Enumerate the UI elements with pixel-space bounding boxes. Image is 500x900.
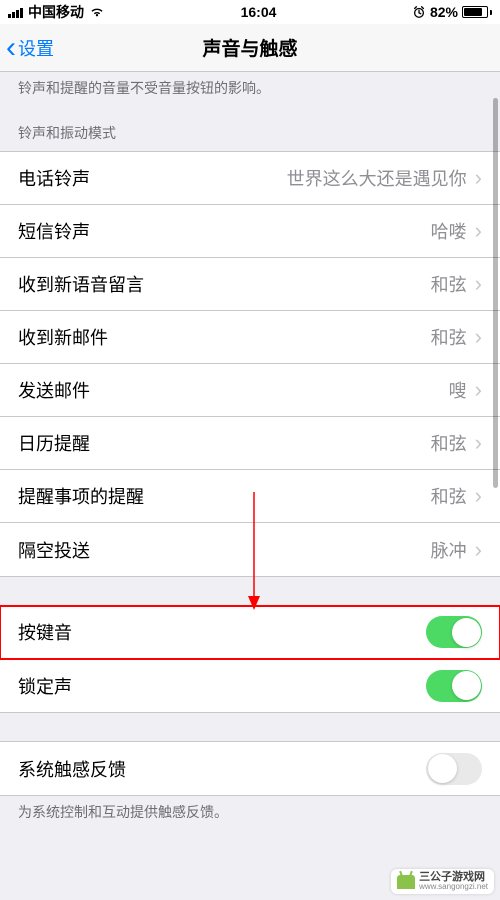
volume-footer-note: 铃声和提醒的音量不受音量按钮的影响。 <box>0 72 500 105</box>
row-new-mail[interactable]: 收到新邮件 和弦 › <box>0 311 500 364</box>
back-label: 设置 <box>18 35 54 61</box>
row-reminder-alert[interactable]: 提醒事项的提醒 和弦 › <box>0 470 500 523</box>
haptics-group: 系统触感反馈 <box>0 741 500 796</box>
watermark-url: www.sangongzi.net <box>419 883 488 891</box>
watermark: 三公子游戏网 www.sangongzi.net <box>391 869 494 894</box>
row-value: 哈喽 <box>431 218 467 244</box>
row-label: 日历提醒 <box>18 430 90 456</box>
chevron-right-icon: › <box>475 377 482 403</box>
chevron-right-icon: › <box>475 483 482 509</box>
row-sent-mail[interactable]: 发送邮件 嗖 › <box>0 364 500 417</box>
section-header-ringtone: 铃声和振动模式 <box>0 105 500 151</box>
row-value: 脉冲 <box>431 537 467 563</box>
wifi-icon <box>89 6 105 18</box>
battery-percent: 82% <box>430 4 458 20</box>
row-keyboard-clicks[interactable]: 按键音 <box>0 606 500 659</box>
toggle-lock-sound[interactable] <box>426 670 482 702</box>
chevron-right-icon: › <box>475 218 482 244</box>
row-lock-sound[interactable]: 锁定声 <box>0 659 500 712</box>
ringtone-group: 电话铃声 世界这么大还是遇见你 › 短信铃声 哈喽 › 收到新语音留言 和弦 › 收到… <box>0 151 500 577</box>
row-value: 和弦 <box>431 483 467 509</box>
status-time: 16:04 <box>241 4 277 20</box>
status-right: 82% <box>412 4 492 20</box>
row-label: 按键音 <box>18 619 72 645</box>
chevron-right-icon: › <box>475 430 482 456</box>
row-label: 隔空投送 <box>18 537 90 563</box>
chevron-right-icon: › <box>475 165 482 191</box>
page-title: 声音与触感 <box>202 34 297 61</box>
row-label: 系统触感反馈 <box>18 756 126 782</box>
battery-icon <box>462 6 492 18</box>
keyboard-sounds-group: 按键音 锁定声 <box>0 605 500 713</box>
row-text-tone[interactable]: 短信铃声 哈喽 › <box>0 205 500 258</box>
row-value: 世界这么大还是遇见你 <box>287 165 467 191</box>
chevron-right-icon: › <box>475 271 482 297</box>
row-voicemail[interactable]: 收到新语音留言 和弦 › <box>0 258 500 311</box>
carrier-label: 中国移动 <box>28 2 84 22</box>
row-system-haptics[interactable]: 系统触感反馈 <box>0 742 500 795</box>
row-label: 提醒事项的提醒 <box>18 483 144 509</box>
row-value: 和弦 <box>431 430 467 456</box>
status-bar: 中国移动 16:04 82% <box>0 0 500 24</box>
row-label: 收到新邮件 <box>18 324 108 350</box>
watermark-logo-icon <box>397 875 415 889</box>
status-left: 中国移动 <box>8 2 105 22</box>
row-phone-ringtone[interactable]: 电话铃声 世界这么大还是遇见你 › <box>0 152 500 205</box>
toggle-keyboard-clicks[interactable] <box>426 616 482 648</box>
toggle-system-haptics[interactable] <box>426 753 482 785</box>
nav-bar: ‹ 设置 声音与触感 <box>0 24 500 72</box>
alarm-icon <box>412 5 426 19</box>
row-label: 发送邮件 <box>18 377 90 403</box>
row-label: 短信铃声 <box>18 218 90 244</box>
back-button[interactable]: ‹ 设置 <box>6 33 54 63</box>
row-calendar-alert[interactable]: 日历提醒 和弦 › <box>0 417 500 470</box>
row-label: 锁定声 <box>18 673 72 699</box>
row-label: 电话铃声 <box>18 165 90 191</box>
signal-icon <box>8 7 23 18</box>
row-airdrop[interactable]: 隔空投送 脉冲 › <box>0 523 500 576</box>
chevron-right-icon: › <box>475 324 482 350</box>
row-label: 收到新语音留言 <box>18 271 144 297</box>
haptics-footer-note: 为系统控制和互动提供触感反馈。 <box>0 796 500 829</box>
row-value: 嗖 <box>449 377 467 403</box>
scroll-indicator[interactable] <box>493 98 498 488</box>
chevron-left-icon: ‹ <box>6 33 16 63</box>
row-value: 和弦 <box>431 271 467 297</box>
row-value: 和弦 <box>431 324 467 350</box>
chevron-right-icon: › <box>475 537 482 563</box>
